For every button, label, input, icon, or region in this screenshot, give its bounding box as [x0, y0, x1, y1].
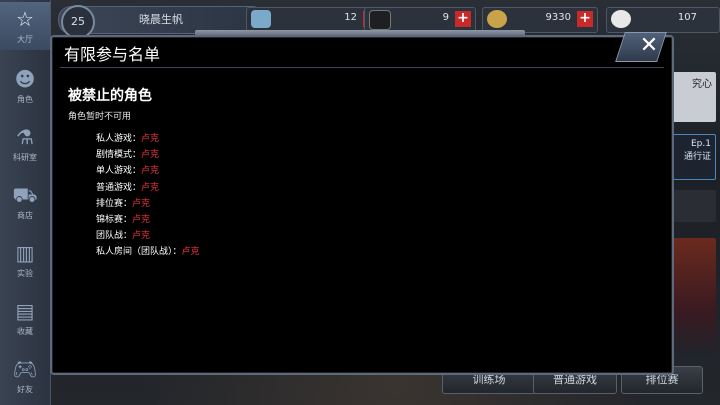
sidebar-item-shop[interactable]: ⛟ 商店 [0, 178, 50, 226]
bp-counter: 107 [606, 7, 720, 33]
gamepad-icon: 🎮︎ [12, 357, 38, 381]
list-item: 普通游戏：卢克 [96, 180, 200, 196]
card-icon [369, 10, 391, 30]
banned-character: 卢克 [132, 231, 151, 242]
level-badge: 25 [61, 5, 95, 39]
sidebar-item-label: 收藏 [17, 327, 33, 336]
cart-icon: ⛟ [12, 183, 38, 207]
card-value: 9 [442, 12, 449, 23]
unavailable-note: 角色暂时不可用 [68, 112, 132, 122]
banned-character: 卢克 [181, 247, 200, 258]
list-item: 私人房间（团队战）：卢克 [96, 244, 200, 260]
sidebar-item-lobby[interactable]: ☆ 大厅 [0, 2, 50, 50]
books-icon: ▥ [15, 241, 35, 265]
event-panel-label: 究心 [692, 79, 712, 90]
banned-character: 卢克 [132, 214, 151, 225]
game-mode-label: 锦标赛： [96, 214, 133, 225]
coin-icon [487, 10, 507, 28]
game-mode-label: 单人游戏： [96, 166, 142, 177]
banned-list: 私人游戏：卢克 剧情模式：卢克 单人游戏：卢克 普通游戏：卢克 排位赛：卢克 锦… [96, 131, 200, 261]
list-item: 锦标赛：卢克 [96, 212, 200, 228]
add-coin-button[interactable]: + [577, 11, 593, 27]
sidebar-item-label: 实验 [17, 269, 33, 278]
sidebar-item-label: 商店 [17, 211, 33, 220]
restriction-modal: 有限参与名单 被禁止的角色 角色暂时不可用 私人游戏：卢克 剧情模式：卢克 单人… [50, 35, 674, 375]
banned-character: 卢克 [141, 182, 160, 193]
close-icon[interactable]: ✕ [636, 32, 662, 60]
banned-character: 卢克 [141, 166, 160, 177]
game-mode-label: 排位赛： [96, 198, 133, 209]
game-mode-label: 剧情模式： [96, 150, 142, 161]
character-icon: ☻ [14, 67, 36, 91]
sidebar-item-label: 科研室 [13, 153, 37, 162]
crystal-icon [251, 10, 271, 28]
flask-icon: ⚗ [16, 125, 34, 149]
banned-character: 卢克 [132, 198, 151, 209]
sidebar-item-label: 大厅 [17, 35, 33, 44]
banned-character: 卢克 [141, 134, 160, 144]
sidebar-item-label: 好友 [17, 385, 33, 394]
game-mode-label: 私人房间（团队战）： [96, 247, 182, 258]
player-name: 晓晨生帆 [139, 13, 183, 26]
game-mode-label: 私人游戏： [96, 134, 142, 144]
list-item: 剧情模式：卢克 [96, 147, 200, 163]
bp-icon [611, 10, 631, 28]
modal-title: 有限参与名单 [64, 45, 161, 64]
list-item: 团队战：卢克 [96, 228, 200, 244]
sidebar: ☆ 大厅 ☻ 角色 ⚗ 科研室 ⛟ 商店 ▥ 实验 ▤ 收藏 🎮︎ 好友 [0, 0, 51, 405]
sidebar-item-collection[interactable]: ▤ 收藏 [0, 294, 50, 342]
list-item: 排位赛：卢克 [96, 196, 200, 212]
sidebar-item-lab[interactable]: ⚗ 科研室 [0, 120, 50, 168]
game-mode-label: 普通游戏： [96, 182, 142, 193]
sidebar-item-character[interactable]: ☻ 角色 [0, 62, 50, 110]
title-divider [60, 67, 664, 68]
sidebar-item-experiment[interactable]: ▥ 实验 [0, 236, 50, 284]
section-title: 被禁止的角色 [68, 88, 152, 104]
add-card-button[interactable]: + [455, 11, 471, 27]
coin-value: 9330 [545, 12, 571, 23]
sidebar-item-label: 角色 [17, 95, 33, 104]
book-icon: ▤ [15, 299, 35, 323]
list-item: 私人游戏：卢克 [96, 131, 200, 147]
sidebar-item-friends[interactable]: 🎮︎ 好友 [0, 352, 50, 400]
game-mode-label: 团队战： [96, 231, 133, 242]
crystal-value: 12 [344, 12, 357, 23]
star-icon: ☆ [16, 7, 34, 31]
bp-value: 107 [677, 12, 697, 23]
list-item: 单人游戏：卢克 [96, 163, 200, 179]
banned-character: 卢克 [141, 150, 160, 161]
